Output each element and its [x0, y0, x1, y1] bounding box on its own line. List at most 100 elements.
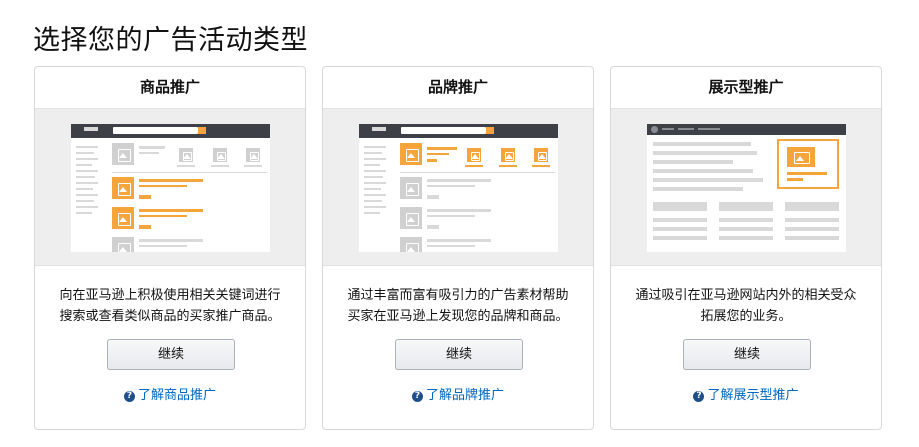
mock-text-line — [177, 165, 195, 167]
illustration-band — [323, 108, 593, 266]
card-sponsored-products: 商品推广 向在亚马逊上积极使用相关关键词进行 搜索或查看类似商品的买家推广商品。… — [34, 66, 306, 430]
mock-article-line — [653, 160, 733, 164]
learn-more-link-label: 了解商品推广 — [137, 388, 216, 403]
mock-nav-line — [678, 128, 694, 130]
mock-text-line — [139, 239, 203, 242]
mock-content-line — [719, 227, 773, 231]
mock-sponsored-price — [139, 195, 151, 199]
card-title: 商品推广 — [139, 78, 200, 96]
mock-brand-line — [465, 165, 483, 167]
mock-text-line — [427, 209, 491, 212]
mock-text-line — [139, 152, 159, 154]
mock-sidebar-line — [364, 182, 386, 184]
mock-divider — [112, 172, 267, 173]
mock-brand-headline — [427, 153, 449, 155]
mock-text-line — [211, 165, 229, 167]
image-placeholder-icon — [112, 207, 134, 229]
mock-sidebar-line — [364, 206, 386, 208]
image-placeholder-icon — [112, 143, 134, 165]
mock-text-line — [139, 245, 187, 247]
mock-search-button — [486, 127, 494, 134]
mock-content-line — [719, 218, 773, 222]
learn-more-link-label: 了解展示型推广 — [707, 388, 799, 403]
mock-sponsored-line — [139, 185, 187, 187]
mock-article-line — [653, 151, 757, 155]
mock-header-bar — [647, 124, 846, 135]
learn-more-link-label: 了解品牌推广 — [425, 388, 504, 403]
mock-sidebar-line — [364, 146, 386, 148]
mock-display-ad-line — [787, 172, 827, 175]
mock-sidebar-line — [364, 152, 382, 154]
mock-text-line — [427, 215, 475, 217]
card-description-line: 拓展您的业务。 — [700, 309, 792, 324]
illustration-band — [35, 108, 305, 266]
mock-sidebar-line — [76, 152, 94, 154]
mock-content-line — [653, 218, 707, 222]
mock-sidebar-line — [76, 176, 95, 178]
learn-more-link-sponsored-products[interactable]: ? 了解商品推广 — [35, 384, 305, 403]
mock-logo — [84, 127, 98, 131]
mock-content-line — [719, 236, 773, 240]
learn-more-link-sponsored-display[interactable]: ? 了解展示型推广 — [611, 384, 881, 403]
image-placeholder-icon — [213, 148, 227, 162]
card-description-line: 通过吸引在亚马逊网站内外的相关受众 — [635, 288, 857, 303]
image-placeholder-icon — [400, 177, 422, 199]
mock-text-line — [244, 165, 262, 167]
illustration-band — [611, 108, 881, 266]
mock-sponsored-line — [139, 179, 203, 182]
mock-text-line — [427, 239, 491, 242]
image-placeholder-icon — [400, 143, 422, 165]
mock-brand-line — [499, 165, 517, 167]
image-placeholder-icon — [787, 147, 815, 167]
image-placeholder-icon — [400, 237, 422, 252]
mock-content-line — [785, 218, 839, 222]
mock-sponsored-line — [139, 215, 187, 217]
mock-sidebar-line — [364, 194, 386, 196]
learn-more-link-sponsored-brands[interactable]: ? 了解品牌推广 — [323, 384, 593, 403]
card-description: 向在亚马逊上积极使用相关关键词进行 搜索或查看类似商品的买家推广商品。 — [49, 285, 291, 327]
mock-brand-cta — [427, 159, 437, 162]
mock-divider — [400, 172, 555, 173]
continue-button-sponsored-display[interactable]: 继续 — [683, 339, 811, 370]
mock-sidebar-line — [76, 182, 98, 184]
mock-sidebar-line — [76, 158, 98, 160]
mock-search-box — [113, 127, 198, 134]
image-placeholder-icon — [501, 148, 515, 162]
mock-text-line — [139, 146, 165, 149]
mock-sidebar-line — [364, 170, 386, 172]
image-placeholder-icon — [179, 148, 193, 162]
image-placeholder-icon — [400, 207, 422, 229]
mock-sidebar-line — [364, 188, 381, 190]
mock-content-block — [719, 202, 773, 211]
sponsored-products-illustration — [71, 124, 270, 252]
mock-sidebar-line — [364, 200, 382, 202]
continue-button-sponsored-products[interactable]: 继续 — [107, 339, 235, 370]
image-placeholder-icon — [467, 148, 481, 162]
card-description-line: 搜索或查看类似商品的买家推广商品。 — [59, 309, 281, 324]
mock-text-line — [427, 195, 439, 199]
mock-sidebar-line — [76, 188, 93, 190]
card-description-line: 买家在亚马逊上发现您的品牌和商品。 — [347, 309, 569, 324]
mock-sidebar-line — [364, 176, 383, 178]
continue-button-sponsored-brands[interactable]: 继续 — [395, 339, 523, 370]
card-description-line: 向在亚马逊上积极使用相关关键词进行 — [59, 288, 281, 303]
mock-content-line — [653, 236, 707, 240]
card-title: 品牌推广 — [427, 78, 488, 96]
card-description: 通过吸引在亚马逊网站内外的相关受众 拓展您的业务。 — [625, 285, 867, 327]
mock-sidebar-line — [76, 164, 92, 166]
mock-sidebar-line — [364, 158, 386, 160]
mock-sidebar-line — [76, 206, 98, 208]
mock-display-ad-frame — [777, 139, 839, 189]
mock-content-line — [785, 236, 839, 240]
mock-content-block — [653, 202, 707, 211]
mock-sidebar-line — [76, 194, 98, 196]
image-placeholder-icon — [534, 148, 548, 162]
mock-article-line — [653, 169, 753, 173]
image-placeholder-icon — [246, 148, 260, 162]
mock-sidebar-line — [76, 170, 98, 172]
question-circle-icon: ? — [411, 391, 423, 402]
question-circle-icon: ? — [123, 391, 135, 402]
mock-article-line — [653, 178, 763, 182]
mock-sponsored-line — [139, 209, 203, 212]
mock-display-ad-line — [787, 178, 803, 181]
